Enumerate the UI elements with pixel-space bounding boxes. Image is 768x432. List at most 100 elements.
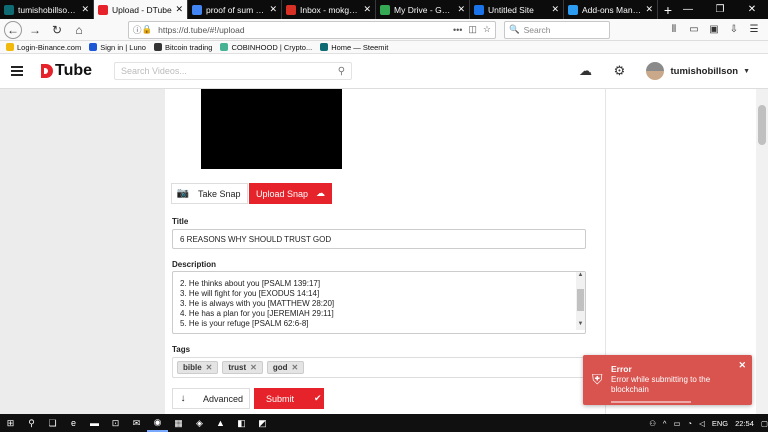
video-search-input[interactable]: Search Videos... ⚲	[114, 62, 353, 80]
close-tab-icon[interactable]: ✕	[457, 4, 465, 15]
forward-arrow-icon[interactable]: →	[26, 21, 44, 39]
bookmark-item[interactable]: COBINHOOD | Crypto...	[220, 43, 312, 52]
title-input[interactable]: 6 REASONS WHY SHOULD TRUST GOD	[172, 229, 586, 249]
back-arrow-icon[interactable]: ←	[4, 20, 22, 39]
tag-chip[interactable]: bible ✕	[177, 361, 219, 374]
browser-tab[interactable]: Inbox - mokgonyana✕	[282, 0, 376, 19]
tag-chip[interactable]: trust ✕	[222, 361, 263, 374]
drive-icon	[380, 4, 390, 15]
bookmark-item[interactable]: Sign in | Luno	[89, 43, 146, 52]
windows-start-icon[interactable]: ⊞	[0, 414, 21, 432]
chevron-down-icon[interactable]: ▼	[743, 68, 750, 75]
network-icon[interactable]: ◔	[688, 419, 693, 428]
clock[interactable]: 22:54	[735, 419, 754, 428]
info-icon[interactable]: ⓘ	[133, 24, 142, 36]
reload-icon[interactable]: ↻	[48, 21, 66, 39]
close-tab-icon[interactable]: ✕	[645, 4, 653, 15]
submit-button[interactable]: Submit ✔	[254, 388, 324, 409]
search-icon[interactable]: ⚲	[338, 66, 345, 77]
browser-tab[interactable]: Add-ons Manager✕	[564, 0, 658, 19]
battery-icon[interactable]: ▭	[673, 419, 680, 428]
description-scroll-thumb[interactable]	[577, 289, 584, 311]
description-line: 3. He will fight for you [EXODUS 14:14]	[180, 289, 320, 298]
close-tab-icon[interactable]: ✕	[269, 4, 277, 15]
extension-icon[interactable]: ▣	[704, 24, 724, 35]
scroll-up-icon[interactable]: ▲	[576, 272, 585, 281]
upload-snap-button[interactable]: Upload Snap ☁	[249, 183, 332, 204]
tags-input[interactable]: bible ✕ trust ✕ god ✕	[172, 357, 586, 378]
volume-icon[interactable]: ◁	[699, 419, 705, 428]
url-text[interactable]: https://d.tube/#!/upload	[158, 25, 447, 35]
advanced-button[interactable]: ↓ Advanced	[172, 388, 250, 409]
description-textarea[interactable]: 2. He thinks about you [PSALM 139:17] 3. …	[172, 271, 586, 334]
search-icon[interactable]: ⚲	[21, 414, 42, 432]
url-bar[interactable]: ⓘ 🔒 https://d.tube/#!/upload ••• ◫ ☆	[128, 20, 496, 39]
avatar[interactable]	[645, 62, 664, 80]
navigation-bar: ← → ↻ ⌂ ⓘ 🔒 https://d.tube/#!/upload •••…	[0, 19, 768, 41]
app-icon[interactable]: ◩	[252, 414, 273, 432]
dtube-logo[interactable]: Tube	[41, 62, 92, 80]
restore-icon[interactable]: ❐	[704, 0, 736, 19]
browser-tab[interactable]: proof of sum of y eq✕	[188, 0, 282, 19]
upload-cloud-icon[interactable]: ☁	[576, 61, 596, 81]
error-toast[interactable]: ⛨ Error Error while submitting to the bl…	[583, 355, 752, 405]
description-scrollbar[interactable]: ▲ ▼	[576, 272, 585, 330]
tag-chip[interactable]: god ✕	[266, 361, 305, 374]
task-view-icon[interactable]: ❏	[42, 414, 63, 432]
browser-tab[interactable]: tumishobillson (@tumis✕	[0, 0, 94, 19]
bookmark-star-icon[interactable]: ☆	[483, 24, 491, 35]
close-tab-icon[interactable]: ✕	[551, 4, 559, 15]
edge-icon[interactable]: e	[63, 414, 84, 432]
bookmark-item[interactable]: Login-Binance.com	[6, 43, 81, 52]
close-tab-icon[interactable]: ✕	[363, 4, 371, 15]
close-window-icon[interactable]: ✕	[736, 0, 768, 19]
app-icon[interactable]: ▦	[168, 414, 189, 432]
app-header: Tube Search Videos... ⚲ ☁ ⚙ tumishobills…	[0, 54, 768, 89]
menu-icon[interactable]: ☰	[744, 24, 764, 35]
hamburger-menu-icon[interactable]	[11, 66, 23, 76]
browser-tab[interactable]: My Drive - Google D✕	[376, 0, 470, 19]
tab-label: Add-ons Manager	[582, 4, 643, 15]
take-snap-button[interactable]: 📷 Take Snap	[171, 183, 248, 204]
close-icon[interactable]: ✕	[738, 360, 746, 371]
vlc-icon[interactable]: ▲	[210, 414, 231, 432]
video-search-placeholder: Search Videos...	[121, 66, 187, 76]
people-icon[interactable]: ⚇	[649, 419, 656, 428]
settings-gears-icon[interactable]: ⚙	[610, 61, 630, 81]
tray-chevron-icon[interactable]: ^	[663, 419, 667, 428]
close-tab-icon[interactable]: ✕	[175, 4, 183, 15]
bookmark-label: Home — Steemit	[331, 42, 389, 52]
browser-tab[interactable]: Untitled Site ✕	[470, 0, 564, 19]
language-indicator[interactable]: ENG	[712, 419, 728, 428]
bookmark-item[interactable]: Bitcoin trading	[153, 43, 212, 52]
google-icon	[192, 4, 202, 15]
scroll-down-icon[interactable]: ▼	[576, 321, 585, 330]
page-scrollbar[interactable]	[756, 89, 768, 414]
notification-icon[interactable]: ▢	[761, 419, 768, 428]
scrollbar-thumb[interactable]	[758, 105, 766, 145]
browser-tab[interactable]: Upload - DTube ✕	[94, 0, 188, 19]
tags-label: Tags	[172, 345, 191, 354]
minimize-icon[interactable]: —	[672, 0, 704, 19]
description-line: 2. He thinks about you [PSALM 139:17]	[180, 279, 321, 288]
firefox-icon[interactable]: ◉	[147, 414, 168, 432]
page-actions-icon[interactable]: •••	[453, 25, 462, 35]
pocket-icon[interactable]: ◫	[468, 24, 477, 35]
app-icon[interactable]: ◈	[189, 414, 210, 432]
file-explorer-icon[interactable]: ▬	[84, 414, 105, 432]
remove-tag-icon[interactable]: ✕	[206, 363, 213, 372]
bookmark-item[interactable]: Home — Steemit	[320, 43, 388, 52]
mail-icon[interactable]: ✉	[126, 414, 147, 432]
store-icon[interactable]: ⊡	[105, 414, 126, 432]
remove-tag-icon[interactable]: ✕	[250, 363, 257, 372]
library-icon[interactable]: ⫴	[664, 24, 684, 35]
username[interactable]: tumishobillson	[671, 66, 739, 77]
browser-search-box[interactable]: 🔍 Search	[504, 20, 610, 39]
sidebar-icon[interactable]: ▭	[684, 24, 704, 35]
close-tab-icon[interactable]: ✕	[81, 4, 89, 15]
download-icon[interactable]: ⇩	[724, 24, 744, 35]
toast-message: Error while submitting to the blockchain	[611, 375, 711, 394]
app-icon[interactable]: ◧	[231, 414, 252, 432]
home-icon[interactable]: ⌂	[70, 21, 88, 39]
remove-tag-icon[interactable]: ✕	[292, 363, 299, 372]
